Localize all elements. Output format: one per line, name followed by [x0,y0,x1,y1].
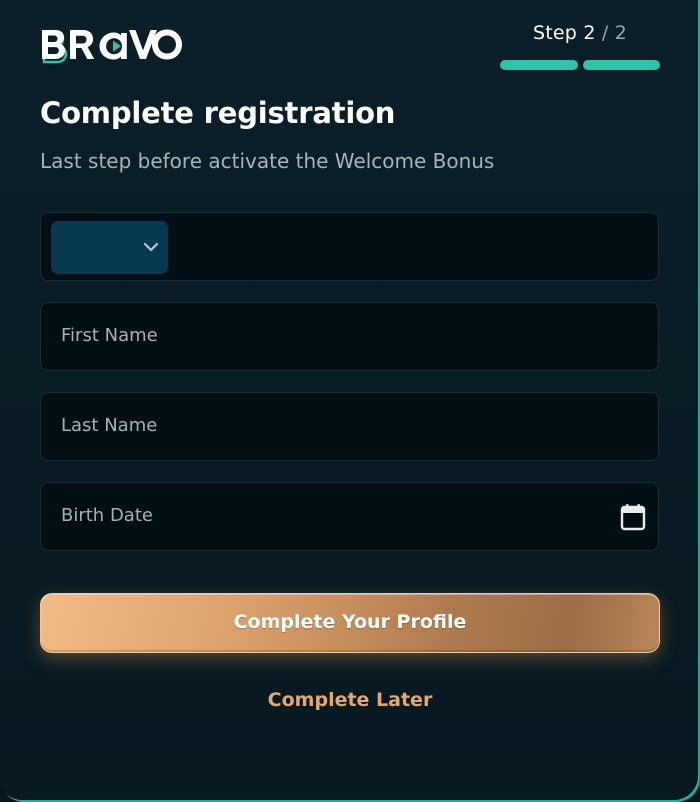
birth-date-placeholder: Birth Date [61,505,153,526]
complete-profile-button[interactable]: Complete Your Profile [40,593,660,653]
page-subtitle: Last step before activate the Welcome Bo… [40,149,495,173]
page-title: Complete registration [40,96,396,130]
step-progress-bar [500,60,660,70]
chevron-down-icon [143,242,159,252]
birth-date-field[interactable]: Birth Date [40,482,659,551]
first-name-placeholder: First Name [61,325,158,346]
registration-panel: Step 2 / 2 Complete registration Last st… [0,0,700,802]
bravo-logo [42,29,182,64]
country-code-select[interactable] [51,221,168,274]
progress-segment-2 [582,60,660,70]
step-label: Step [533,22,578,44]
phone-field[interactable] [40,212,659,281]
step-current: 2 [583,22,596,44]
step-total: 2 [614,22,627,44]
step-separator: / [595,22,615,44]
complete-later-link[interactable]: Complete Later [40,689,660,711]
calendar-icon[interactable] [620,503,646,531]
last-name-field[interactable]: Last Name [40,392,659,461]
progress-segment-1 [500,60,578,70]
step-indicator: Step 2 / 2 [500,22,660,44]
first-name-field[interactable]: First Name [40,302,659,371]
last-name-placeholder: Last Name [61,415,158,436]
modal-frame: Step 2 / 2 Complete registration Last st… [0,0,700,802]
